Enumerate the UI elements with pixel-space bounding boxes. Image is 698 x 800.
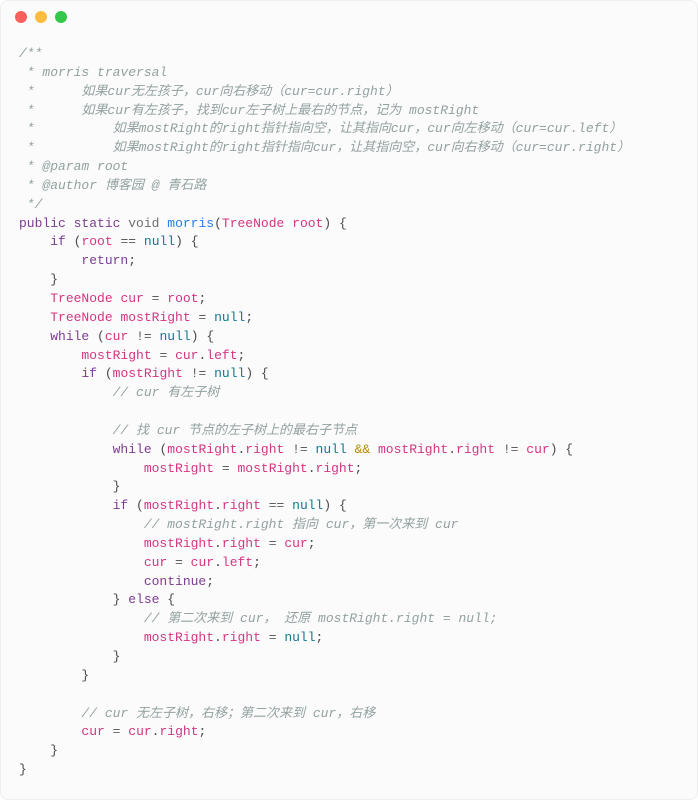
keyword-null: null [292, 498, 323, 513]
comment-line: * @author 博客园 @ 青石路 [19, 178, 206, 193]
ident-root: root [81, 234, 112, 249]
comment-line: * morris traversal [19, 65, 167, 80]
comment-line: * 如果mostRight的right指针指向空，让其指向cur，cur向左移动… [19, 121, 622, 136]
keyword-null: null [214, 310, 245, 325]
comment-line: // cur 无左子树，右移；第二次来到 cur，右移 [81, 706, 375, 721]
close-icon[interactable] [15, 11, 27, 23]
ident-mostright: mostRight [167, 442, 237, 457]
ident-cur: cur [128, 724, 151, 739]
keyword-while: while [113, 442, 152, 457]
type-treenode: TreeNode [222, 216, 284, 231]
code-window: /** * morris traversal * 如果cur无左孩子，cur向右… [0, 0, 698, 800]
ident-mostright: mostRight [144, 536, 214, 551]
comment-line: // cur 有左子树 [113, 385, 220, 400]
keyword-if: if [113, 498, 129, 513]
comment-line: */ [19, 197, 42, 212]
keyword-null: null [214, 366, 245, 381]
prop-right: right [222, 630, 261, 645]
comment-line: * 如果mostRight的right指针指向cur，让其指向空，cur向右移动… [19, 140, 630, 155]
keyword-null: null [284, 630, 315, 645]
prop-right: right [159, 724, 198, 739]
prop-right: right [316, 461, 355, 476]
comment-line: // 第二次来到 cur， 还原 mostRight.right = null; [144, 611, 498, 626]
keyword-public: public [19, 216, 66, 231]
ident-mostright: mostRight [144, 461, 214, 476]
keyword-continue: continue [144, 574, 206, 589]
prop-left: left [206, 348, 237, 363]
ident-mostright: mostRight [144, 498, 214, 513]
keyword-null: null [316, 442, 347, 457]
keyword-else: else [128, 592, 159, 607]
function-name: morris [167, 216, 214, 231]
keyword-while: while [50, 329, 89, 344]
comment-line: * @param root [19, 159, 128, 174]
prop-left: left [222, 555, 253, 570]
ident-root: root [167, 291, 198, 306]
ident-mostright: mostRight [81, 348, 151, 363]
prop-right: right [222, 498, 261, 513]
ident-cur: cur [81, 724, 104, 739]
keyword-null: null [160, 329, 191, 344]
prop-right: right [456, 442, 495, 457]
ident-mostright: mostRight [113, 366, 183, 381]
minimize-icon[interactable] [35, 11, 47, 23]
prop-right: right [222, 536, 261, 551]
ident-cur: cur [191, 555, 214, 570]
keyword-return: return [81, 253, 128, 268]
keyword-null: null [144, 234, 175, 249]
ident-cur: cur [144, 555, 167, 570]
type-treenode: TreeNode [50, 291, 112, 306]
type-treenode: TreeNode [50, 310, 112, 325]
ident-cur: cur [175, 348, 198, 363]
keyword-static: static [74, 216, 121, 231]
keyword-if: if [81, 366, 97, 381]
ident-cur: cur [526, 442, 549, 457]
comment-line: * 如果cur有左孩子，找到cur左子树上最右的节点，记为 mostRight [19, 103, 479, 118]
titlebar [1, 1, 697, 33]
keyword-void: void [128, 216, 159, 231]
ident-mostright: mostRight [378, 442, 448, 457]
keyword-if: if [50, 234, 66, 249]
ident-mostright: mostRight [237, 461, 307, 476]
param-root: root [292, 216, 323, 231]
comment-line: // mostRight.right 指向 cur，第一次来到 cur [144, 517, 459, 532]
prop-right: right [245, 442, 284, 457]
comment-line: * 如果cur无左孩子，cur向右移动（cur=cur.right） [19, 84, 399, 99]
ident-mostright: mostRight [144, 630, 214, 645]
comment-line: // 找 cur 节点的左子树上的最右子节点 [113, 423, 357, 438]
ident-cur: cur [120, 291, 143, 306]
ident-mostright: mostRight [120, 310, 190, 325]
ident-cur: cur [284, 536, 307, 551]
op-andand: && [355, 442, 371, 457]
zoom-icon[interactable] [55, 11, 67, 23]
code-block: /** * morris traversal * 如果cur无左孩子，cur向右… [1, 33, 697, 800]
ident-cur: cur [105, 329, 128, 344]
comment-line: /** [19, 46, 42, 61]
